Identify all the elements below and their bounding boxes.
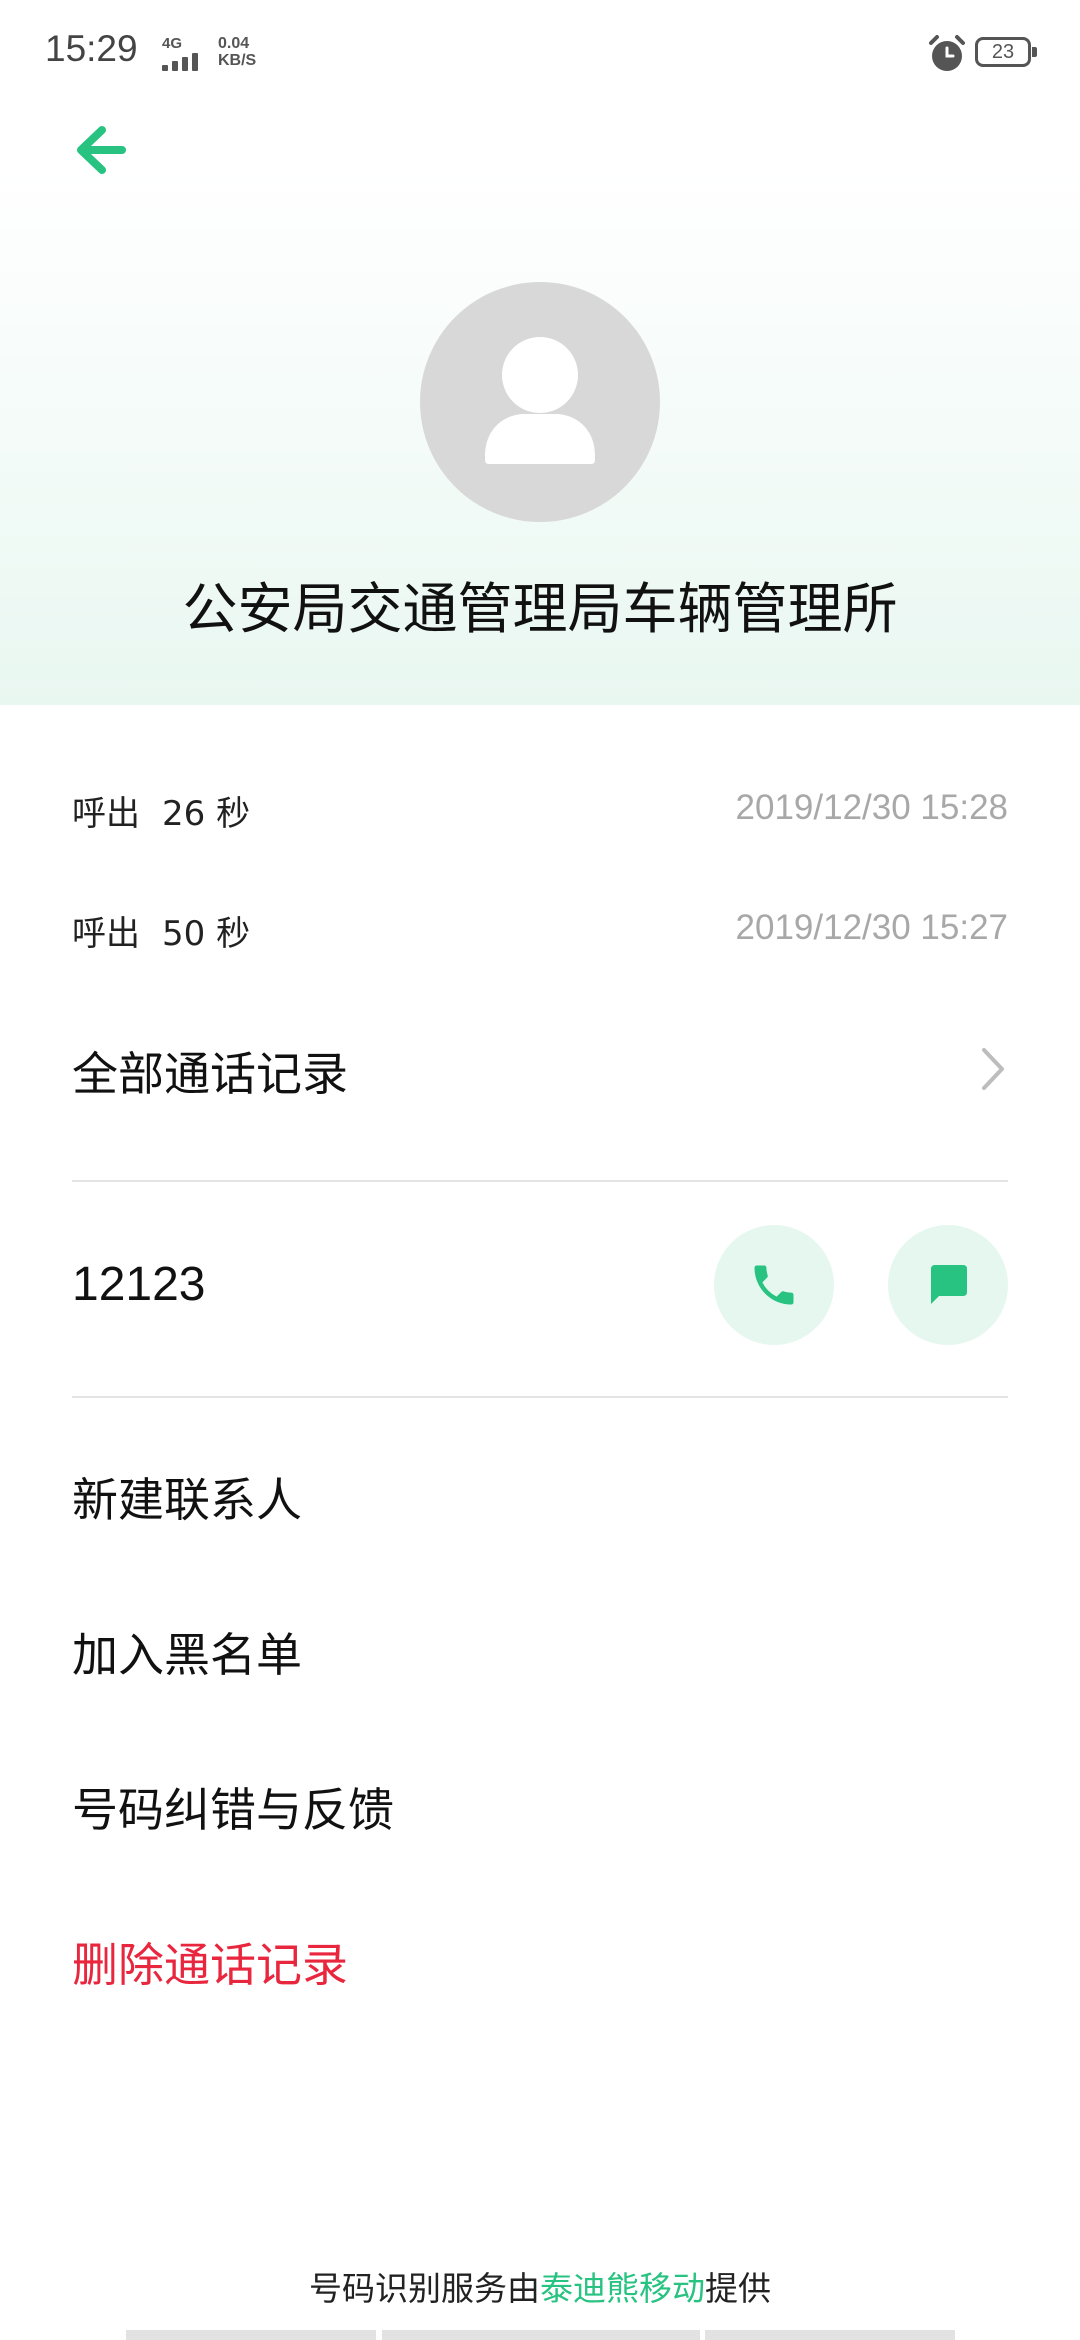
phone-number-row: 12123 — [72, 1223, 1008, 1347]
call-type: 呼出 — [72, 794, 140, 834]
alarm-icon — [929, 35, 965, 71]
battery-icon: 23 — [975, 37, 1037, 67]
message-icon — [931, 1265, 967, 1304]
signal-icon — [162, 53, 198, 71]
phone-number: 12123 — [72, 1258, 206, 1311]
all-call-records-label: 全部通话记录 — [72, 1047, 348, 1101]
call-log-row: 呼出 26 秒 2019/12/30 15:28 — [72, 786, 1008, 846]
message-button[interactable] — [888, 1225, 1008, 1345]
network-type: 4G — [162, 35, 183, 52]
call-datetime: 2019/12/30 15:28 — [735, 788, 1008, 827]
network-speed-unit: KB/S — [218, 52, 257, 69]
network-speed-value: 0.04 — [218, 35, 250, 52]
back-button[interactable] — [60, 112, 150, 192]
phone-icon — [754, 1265, 794, 1305]
battery-level: 23 — [991, 41, 1015, 63]
call-button[interactable] — [714, 1225, 834, 1345]
number-correction-feedback-item[interactable]: 号码纠错与反馈 — [72, 1770, 1008, 1850]
all-call-records-item[interactable]: 全部通话记录 — [72, 1030, 1008, 1105]
arrow-left-icon — [77, 126, 126, 174]
contact-name: 公安局交通管理局车辆管理所 — [182, 577, 898, 641]
avatar — [420, 282, 660, 522]
divider — [72, 1396, 1008, 1398]
person-icon — [485, 337, 595, 464]
status-time: 15:29 — [45, 28, 138, 69]
bottom-nav-hint — [126, 2330, 376, 2340]
status-bar: 15:29 4G 0.04 KB/S 23 — [0, 0, 1080, 108]
provider-brand-link[interactable]: 泰迪熊移动 — [540, 2269, 705, 2308]
call-type: 呼出 — [72, 914, 140, 954]
delete-call-records-item[interactable]: 删除通话记录 — [72, 1925, 1008, 2005]
new-contact-item[interactable]: 新建联系人 — [72, 1460, 1008, 1540]
call-log-row: 呼出 50 秒 2019/12/30 15:27 — [72, 906, 1008, 966]
footer-prefix: 号码识别服务由 — [309, 2269, 540, 2308]
footer-suffix: 提供 — [705, 2269, 771, 2308]
bottom-nav-hint — [382, 2330, 700, 2340]
divider — [72, 1180, 1008, 1182]
network-speed: 0.04 KB/S — [218, 35, 256, 69]
chevron-right-icon — [982, 1048, 1004, 1090]
call-duration: 50 秒 — [162, 914, 251, 954]
call-duration: 26 秒 — [162, 794, 251, 834]
network-indicator: 4G 0.04 KB/S — [148, 33, 260, 73]
add-to-blacklist-item[interactable]: 加入黑名单 — [72, 1615, 1008, 1695]
service-provider-note: 号码识别服务由泰迪熊移动提供 — [0, 2262, 1080, 2310]
bottom-nav-hint — [705, 2330, 955, 2340]
call-datetime: 2019/12/30 15:27 — [735, 908, 1008, 947]
